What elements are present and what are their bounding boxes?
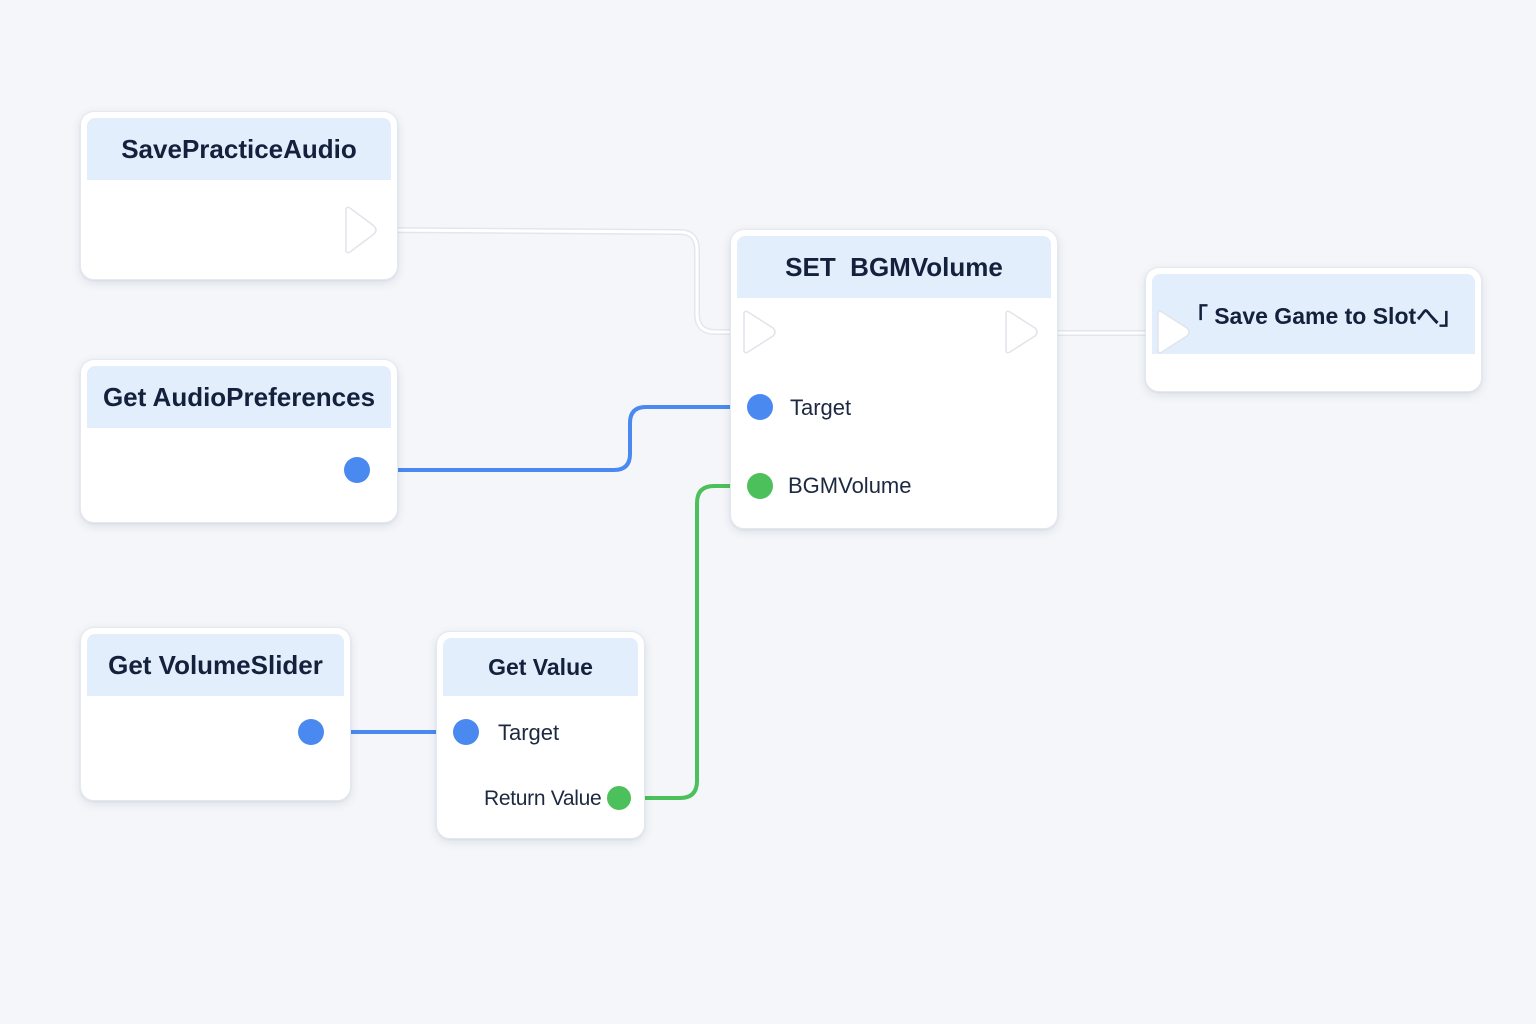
pin-label-bgm-volume: BGMVolume: [788, 473, 912, 498]
node-title: 「 Save Game to Slotへ」: [1152, 274, 1475, 354]
input-pin-target[interactable]: [747, 394, 773, 420]
output-pin-return-value[interactable]: [607, 786, 631, 810]
node-title: Get VolumeSlider: [87, 634, 344, 696]
node-set-bgm-volume[interactable]: SET BGMVolume Target BGMVolume: [730, 229, 1058, 529]
node-get-volume-slider[interactable]: Get VolumeSlider: [80, 627, 351, 801]
node-title: Get AudioPreferences: [87, 366, 391, 428]
pin-label-return-value: Return Value: [484, 787, 602, 810]
exec-wire-save-to-set: [375, 227, 760, 335]
pin-label-target: Target: [498, 720, 560, 745]
output-pin-volume-slider[interactable]: [298, 719, 324, 745]
output-pin-audio-preferences[interactable]: [344, 457, 370, 483]
node-save-practice-audio[interactable]: SavePracticeAudio: [80, 111, 398, 280]
node-get-audio-preferences[interactable]: Get AudioPreferences: [80, 359, 398, 523]
object-wire-audioprefs-to-target: [357, 405, 760, 472]
input-pin-get-value-target[interactable]: [453, 719, 479, 745]
node-save-game-to-slot[interactable]: 「 Save Game to Slotへ」: [1145, 267, 1482, 392]
input-pin-bgm-volume[interactable]: [747, 473, 773, 499]
node-title: SavePracticeAudio: [87, 118, 391, 180]
node-title: SET BGMVolume: [737, 236, 1051, 298]
blueprint-graph-canvas[interactable]: SavePracticeAudio Get AudioPreferences S…: [0, 0, 1536, 1024]
pin-label-target: Target: [790, 395, 852, 420]
node-title: Get Value: [443, 638, 638, 696]
